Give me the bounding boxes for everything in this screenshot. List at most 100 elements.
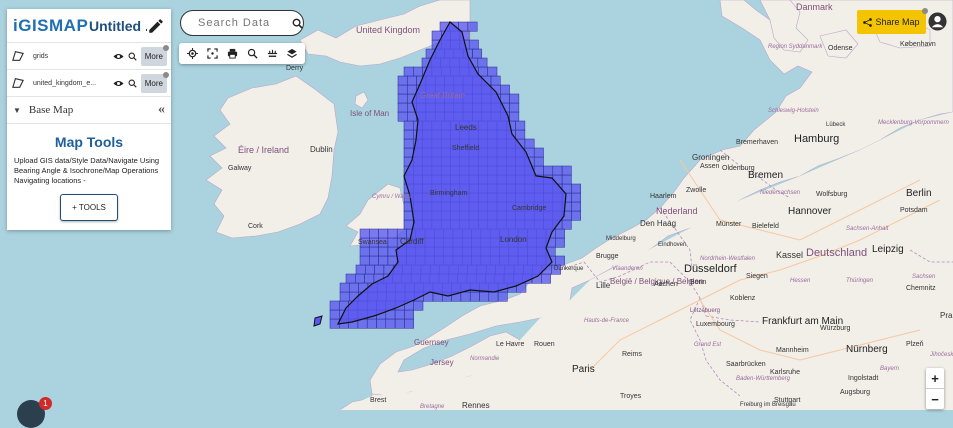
more-button[interactable]: More: [140, 44, 169, 66]
print-icon[interactable]: [226, 48, 238, 60]
grid-cell[interactable]: [369, 228, 379, 239]
grid-cell[interactable]: [397, 111, 408, 122]
grid-cell[interactable]: [394, 318, 405, 329]
grid-cell[interactable]: [571, 201, 581, 212]
eye-icon[interactable]: [113, 79, 124, 88]
grid-cell[interactable]: [431, 30, 442, 41]
grid-cell[interactable]: [329, 300, 340, 311]
grid-cell[interactable]: [555, 255, 565, 266]
layer-row-grids[interactable]: grids More: [7, 43, 171, 70]
search-map-icon[interactable]: [246, 48, 258, 60]
grid-cell[interactable]: [561, 174, 572, 185]
grid-cell[interactable]: [561, 165, 572, 176]
grid-cell[interactable]: [571, 210, 581, 221]
grid-cell[interactable]: [509, 93, 520, 104]
pencil-icon[interactable]: [147, 17, 165, 35]
eye-icon[interactable]: [113, 52, 124, 61]
grid-cell[interactable]: [533, 156, 544, 167]
grid-cell[interactable]: [403, 66, 414, 77]
grid-cell[interactable]: [509, 102, 520, 113]
layer-row-united-kingdom[interactable]: united_kingdom_e... More: [7, 70, 171, 97]
grid-cell[interactable]: [374, 264, 385, 275]
grid-cell[interactable]: [403, 219, 414, 230]
zoom-to-layer-icon[interactable]: [128, 79, 137, 88]
grid-cell[interactable]: [469, 291, 480, 302]
grid-cell[interactable]: [397, 84, 408, 95]
grid-cell[interactable]: [543, 165, 554, 176]
grid-cell[interactable]: [497, 291, 508, 302]
grid-cell[interactable]: [490, 75, 501, 86]
map-title[interactable]: Untitled ...: [89, 18, 147, 34]
grid-cell[interactable]: [339, 282, 350, 293]
zoom-out-button[interactable]: −: [926, 389, 944, 409]
grid-cell[interactable]: [468, 39, 479, 50]
grid-cell[interactable]: [555, 237, 565, 248]
grid-cell[interactable]: [359, 228, 370, 239]
grid-cell[interactable]: [387, 237, 398, 248]
grid-cell[interactable]: [472, 48, 483, 59]
grid-cell[interactable]: [533, 147, 544, 158]
grid-cell[interactable]: [500, 93, 510, 104]
grid-cell[interactable]: [365, 264, 375, 275]
grid-cell[interactable]: [403, 129, 414, 140]
grid-cell[interactable]: [355, 264, 366, 275]
grid-cell[interactable]: [460, 291, 471, 302]
grid-cell[interactable]: [413, 300, 424, 311]
grid-cell[interactable]: [378, 228, 389, 239]
grid-cell[interactable]: [369, 246, 379, 257]
more-button[interactable]: More: [140, 71, 169, 93]
fullscreen-icon[interactable]: [206, 48, 218, 60]
search-box[interactable]: [180, 10, 304, 36]
grid-cell[interactable]: [397, 75, 408, 86]
grid-cell[interactable]: [369, 255, 379, 266]
measure-icon[interactable]: [266, 48, 278, 60]
gismap-logo[interactable]: iGISMAP: [13, 16, 88, 36]
grid-cell[interactable]: [561, 219, 572, 230]
search-icon[interactable]: [292, 18, 303, 29]
grid-cell[interactable]: [355, 273, 365, 284]
grid-cell[interactable]: [387, 255, 398, 266]
grid-cell[interactable]: [407, 75, 417, 86]
grid-cell[interactable]: [571, 183, 581, 194]
share-map-button[interactable]: Share Map: [857, 8, 928, 34]
grid-cell[interactable]: [339, 291, 350, 302]
grid-cell[interactable]: [479, 291, 490, 302]
grid-cell[interactable]: [555, 228, 565, 239]
grid-cell[interactable]: [378, 246, 389, 257]
grid-cell[interactable]: [403, 120, 414, 131]
grid-cell[interactable]: [364, 273, 375, 284]
grid-cell[interactable]: [376, 318, 387, 329]
grid-cell[interactable]: [403, 138, 414, 149]
grid-cell[interactable]: [407, 84, 417, 95]
grid-cell[interactable]: [515, 129, 526, 140]
zoom-to-layer-icon[interactable]: [128, 52, 137, 61]
grid-cell[interactable]: [345, 273, 356, 284]
grid-cell[interactable]: [403, 210, 414, 221]
grid-cell[interactable]: [349, 282, 359, 293]
grid-cell[interactable]: [397, 102, 408, 113]
search-input[interactable]: [196, 16, 284, 30]
grid-cell[interactable]: [571, 192, 581, 203]
chat-widget-button[interactable]: 1: [17, 397, 52, 428]
grid-cell[interactable]: [366, 318, 377, 329]
grid-cell[interactable]: [359, 255, 370, 266]
grid-cell[interactable]: [394, 309, 405, 320]
grid-cell[interactable]: [467, 21, 478, 32]
grid-cell[interactable]: [404, 309, 414, 320]
grid-cell[interactable]: [478, 66, 488, 77]
grid-cell[interactable]: [329, 309, 340, 320]
grid-cell[interactable]: [487, 66, 498, 77]
grid-cell[interactable]: [500, 84, 510, 95]
grid-cell[interactable]: [387, 228, 398, 239]
collapse-panel-icon[interactable]: «: [158, 102, 165, 118]
grid-cell[interactable]: [403, 147, 414, 158]
grid-cell[interactable]: [378, 255, 389, 266]
grid-cell[interactable]: [524, 138, 535, 149]
base-map-row[interactable]: ▼ Base Map «: [7, 97, 171, 124]
grid-cell[interactable]: [541, 273, 551, 284]
grid-cell[interactable]: [413, 66, 423, 77]
grid-cell[interactable]: [397, 93, 408, 104]
add-tools-button[interactable]: + TOOLS: [60, 194, 118, 221]
grid-cell[interactable]: [359, 246, 370, 257]
account-icon[interactable]: [928, 12, 947, 31]
